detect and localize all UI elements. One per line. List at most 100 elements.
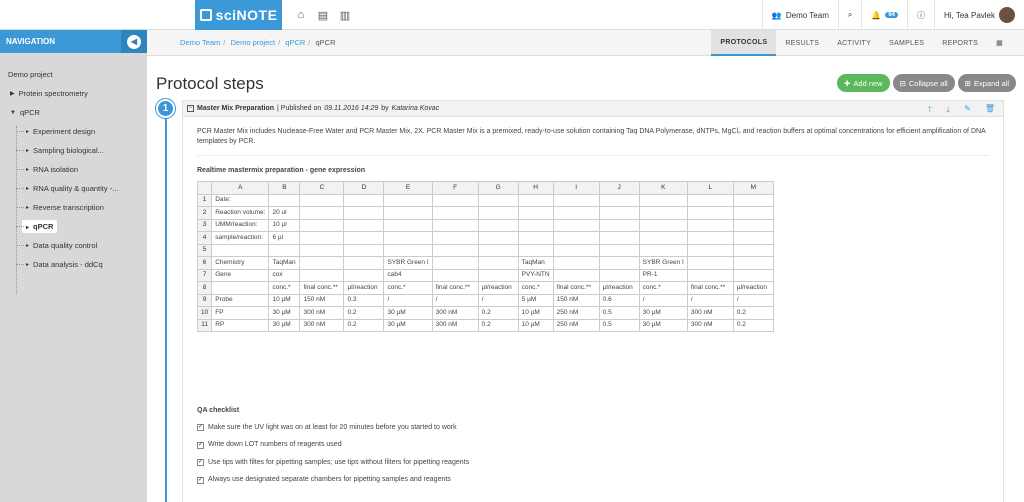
checklist-label: Always use designated separate chambers … bbox=[208, 476, 451, 484]
tab-protocols[interactable]: PROTOCOLS bbox=[711, 30, 777, 56]
tree-task[interactable]: ▸ Reverse transcription bbox=[0, 198, 147, 217]
tree-task[interactable]: ▸ RNA isolation bbox=[0, 160, 147, 179]
column-header: D bbox=[343, 181, 385, 195]
move-up-icon[interactable]: 🡑 bbox=[928, 104, 932, 118]
checkbox[interactable]: ✓ bbox=[197, 459, 204, 467]
collapse-step-icon[interactable]: − bbox=[187, 105, 194, 112]
mastermix-table: A B C D E F G H I J K L M 1 Date: 2 Reaction volume: 20 u… bbox=[196, 181, 774, 332]
table-cell: 5 µM bbox=[517, 293, 554, 307]
trash-icon[interactable]: 🗑 bbox=[985, 104, 995, 118]
table-cell: conc.* bbox=[268, 281, 301, 295]
table-cell bbox=[517, 218, 554, 232]
notifications-button[interactable]: 🔔 64 bbox=[862, 11, 907, 20]
table-cell bbox=[638, 231, 688, 245]
search-button[interactable]: ⌕ bbox=[839, 10, 861, 20]
table-cell bbox=[686, 243, 734, 257]
table-cell bbox=[383, 231, 433, 245]
tree-task-active[interactable]: ▸ qPCR bbox=[0, 217, 147, 236]
table-cell: 150 nM bbox=[552, 293, 600, 307]
table-cell: / bbox=[686, 293, 734, 307]
step-description: PCR Master Mix includes Nuclease-Free Wa… bbox=[197, 128, 986, 145]
row-header: 1 bbox=[196, 193, 213, 207]
tree-task[interactable]: ▸ Data analysis - ddCq bbox=[0, 255, 147, 274]
table-cell bbox=[732, 193, 774, 207]
user-menu[interactable]: Hi, Tea Pavlek bbox=[935, 7, 1024, 23]
checklist-label: Make sure the UV light was on at least f… bbox=[208, 423, 457, 431]
expand-all-button[interactable]: ⊞ Expand all bbox=[957, 74, 1016, 92]
table-cell bbox=[431, 218, 479, 232]
tree-task[interactable]: ▸ Experiment design bbox=[0, 122, 147, 141]
table-cell: conc.* bbox=[517, 281, 554, 295]
column-header: E bbox=[383, 181, 433, 195]
tree-project[interactable]: Demo project bbox=[0, 65, 147, 84]
table-cell bbox=[299, 231, 345, 245]
table-cell bbox=[299, 193, 345, 207]
sub-navigation: Demo Team / Demo project / qPCR / qPCR PROT… bbox=[147, 30, 1024, 56]
table-title: Realtime mastermix preparation - gene ex… bbox=[197, 167, 366, 174]
checklist-item: ✓ Always use designated separate chambers… bbox=[197, 472, 989, 490]
table-cell bbox=[638, 218, 688, 232]
tree-experiment-protein[interactable]: ▶ Protein spectrometry bbox=[0, 84, 147, 103]
scinote-logo[interactable]: sciNOTE bbox=[195, 0, 282, 30]
tab-results[interactable]: RESULTS bbox=[776, 30, 828, 56]
row-header: 3 bbox=[196, 218, 213, 232]
tab-reports[interactable]: REPORTS bbox=[933, 30, 987, 56]
table-cell bbox=[638, 243, 688, 257]
tab-samples[interactable]: SAMPLES bbox=[880, 30, 933, 56]
table-cell bbox=[552, 268, 600, 282]
table-cell bbox=[477, 256, 519, 270]
table-cell bbox=[299, 206, 345, 220]
info-button[interactable]: ⓘ bbox=[908, 10, 934, 21]
table-cell: 30 µM bbox=[638, 318, 688, 332]
table-row: 5 bbox=[196, 243, 774, 257]
edit-icon[interactable]: ✎ bbox=[964, 104, 971, 118]
table-cell: UMM/reaction: bbox=[211, 218, 270, 232]
table-cell: 6 µl bbox=[268, 231, 301, 245]
tree-task[interactable]: ▸ Data quality control bbox=[0, 236, 147, 255]
table-cell bbox=[299, 256, 345, 270]
table-cell bbox=[431, 256, 479, 270]
table-cell bbox=[477, 218, 519, 232]
protocols-icon[interactable]: ▤ bbox=[312, 9, 334, 22]
table-cell bbox=[686, 193, 734, 207]
team-switcher[interactable]: 👥 Demo Team bbox=[763, 11, 838, 20]
table-cell bbox=[383, 218, 433, 232]
table-cell bbox=[268, 193, 301, 207]
column-header bbox=[196, 181, 213, 195]
table-cell bbox=[517, 193, 554, 207]
tree-task[interactable]: ▸ RNA quality & quantity -... bbox=[0, 179, 147, 198]
table-cell: 300 nM bbox=[299, 306, 345, 320]
table-cell bbox=[552, 193, 600, 207]
checklist-item: ✓ Make sure the UV light was on at least … bbox=[197, 419, 989, 437]
tree-task[interactable]: ▸ Sampling biological... bbox=[0, 141, 147, 160]
table-cell: final conc.** bbox=[431, 281, 479, 295]
table-cell bbox=[477, 206, 519, 220]
collapse-sidebar-button[interactable]: ◀ bbox=[121, 30, 147, 53]
tree-experiment-qpcr[interactable]: ▼ qPCR bbox=[0, 103, 147, 122]
table-cell bbox=[598, 256, 640, 270]
row-header: 10 bbox=[196, 306, 213, 320]
tab-activity[interactable]: ACTIVITY bbox=[828, 30, 880, 56]
table-cell: conc.* bbox=[383, 281, 433, 295]
checkbox[interactable]: ✓ bbox=[197, 424, 204, 432]
table-cell bbox=[686, 206, 734, 220]
table-cell: 0.2 bbox=[732, 306, 774, 320]
step-header[interactable]: − Master Mix Preparation | Published on … bbox=[183, 101, 1003, 117]
home-icon[interactable]: ⌂ bbox=[290, 9, 312, 21]
activity-icon[interactable]: ▥ bbox=[334, 9, 356, 22]
table-row: 4 sample/reaction: 6 µl bbox=[196, 231, 774, 245]
move-down-icon[interactable]: 🡓 bbox=[946, 104, 950, 118]
add-step-button[interactable]: ✚ Add new bbox=[837, 74, 890, 92]
table-cell bbox=[638, 206, 688, 220]
table-cell bbox=[431, 231, 479, 245]
table-cell bbox=[598, 268, 640, 282]
checkbox[interactable]: ✓ bbox=[197, 441, 204, 449]
tab-archive[interactable]: ▦ bbox=[987, 30, 1012, 56]
table-cell: TaqMan bbox=[517, 256, 554, 270]
table-cell: µl/reaction bbox=[732, 281, 774, 295]
collapse-all-button[interactable]: ⊟ Collapse all bbox=[892, 74, 955, 92]
table-cell: 300 nM bbox=[686, 318, 734, 332]
table-cell: 150 nM bbox=[299, 293, 345, 307]
checkbox[interactable]: ✓ bbox=[197, 476, 204, 484]
table-cell bbox=[517, 206, 554, 220]
